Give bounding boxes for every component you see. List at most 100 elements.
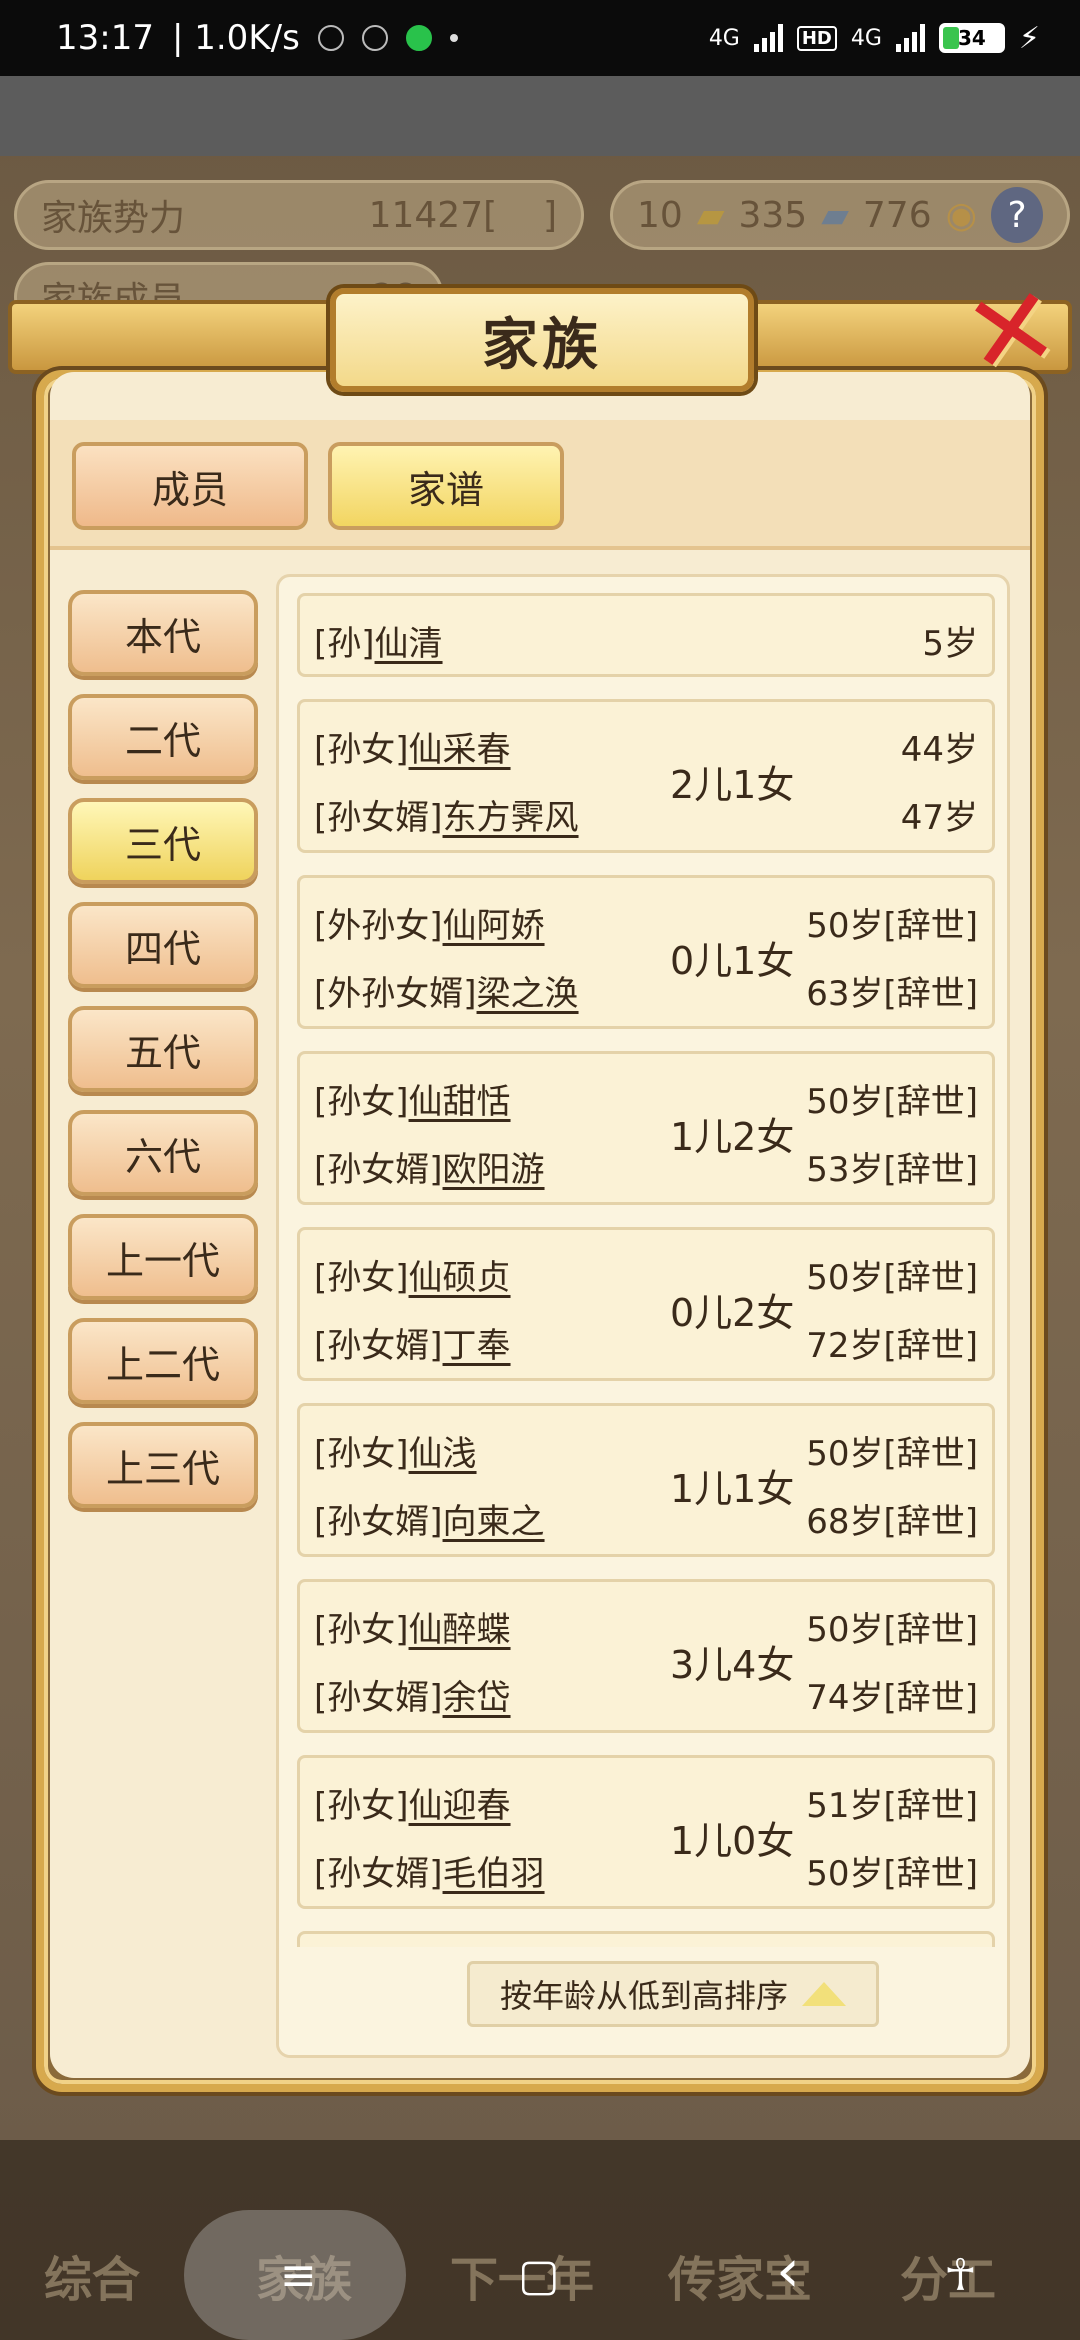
generation-button-2[interactable]: 二代 bbox=[68, 694, 258, 780]
family-power-bar: 家族势力 11427[ ] bbox=[14, 180, 584, 250]
generation-button-6[interactable]: 六代 bbox=[68, 1110, 258, 1196]
member-name[interactable]: 仙迎春 bbox=[409, 1786, 511, 1826]
tab-genealogy[interactable]: 家谱 bbox=[328, 442, 564, 530]
list-item[interactable]: [孙女]仙硕贞 [孙女婿]丁奉 0儿2女 50岁[辞世] 72岁[辞世] bbox=[297, 1227, 995, 1381]
relation-label: [孙] bbox=[314, 624, 375, 664]
generation-button-up-3[interactable]: 上三代 bbox=[68, 1422, 258, 1508]
children-count: 0儿1女 bbox=[670, 939, 795, 983]
spouse-age: 63岁[辞世] bbox=[806, 974, 978, 1014]
battery-icon: 34 bbox=[938, 23, 1005, 53]
member-age: 50岁[辞世] bbox=[806, 1434, 978, 1474]
children-count: 1儿2女 bbox=[670, 1115, 795, 1159]
member-name[interactable]: 仙浅 bbox=[409, 1434, 477, 1474]
spouse-age: 53岁[辞世] bbox=[806, 1150, 978, 1190]
list-item[interactable]: [孙女]仙迎春 [孙女婿]毛伯羽 1儿0女 51岁[辞世] 50岁[辞世] bbox=[297, 1755, 995, 1909]
relation-label: [外孙女] bbox=[314, 906, 443, 946]
resource-bar: 10 ▰ 335 ▰ 776 ◉ ? bbox=[610, 180, 1070, 250]
list-item[interactable]: [孙女]仙甜恬 [孙女婿]欧阳游 1儿2女 50岁[辞世] 53岁[辞世] bbox=[297, 1051, 995, 1205]
generation-button-4[interactable]: 四代 bbox=[68, 902, 258, 988]
clock: 13:17 bbox=[56, 18, 154, 58]
relation-label: [孙女] bbox=[314, 1258, 409, 1298]
spouse-name[interactable]: 毛伯羽 bbox=[443, 1854, 545, 1894]
spouse-name[interactable]: 东方霁风 bbox=[443, 798, 579, 838]
relation-label: [孙女] bbox=[314, 1434, 409, 1474]
member-name[interactable]: 仙阿娇 bbox=[443, 906, 545, 946]
list-item[interactable]: [外孙女]仙阿娇 [外孙女婿]梁之涣 0儿1女 50岁[辞世] 63岁[辞世] bbox=[297, 875, 995, 1029]
back-icon[interactable]: ‹ bbox=[776, 2236, 800, 2306]
accessibility-icon[interactable]: ☥ bbox=[944, 2250, 977, 2301]
generation-button-up-1[interactable]: 上一代 bbox=[68, 1214, 258, 1300]
member-name[interactable]: 仙硕贞 bbox=[409, 1258, 511, 1298]
close-button[interactable]: ✕ bbox=[950, 260, 1073, 402]
home-icon[interactable]: ▢ bbox=[518, 2250, 560, 2301]
spouse-name[interactable]: 欧阳游 bbox=[443, 1150, 545, 1190]
network-type-2: 4G bbox=[850, 25, 882, 51]
spouse-age: 68岁[辞世] bbox=[806, 1502, 978, 1542]
relation-label: [孙女] bbox=[314, 1082, 409, 1122]
spouse-relation-label: [孙女婿] bbox=[314, 1854, 443, 1894]
member-age: 5岁 bbox=[922, 624, 978, 664]
member-name[interactable]: 仙醉蝶 bbox=[409, 1610, 511, 1650]
children-count: 3儿4女 bbox=[670, 1643, 795, 1687]
generation-button-up-2[interactable]: 上二代 bbox=[68, 1318, 258, 1404]
status-bar: 13:17 | 1.0K/s 4G HD 4G 34 ⚡ bbox=[0, 0, 1080, 76]
spouse-name[interactable]: 梁之涣 bbox=[477, 974, 579, 1014]
member-age: 50岁[辞世] bbox=[806, 1610, 978, 1650]
spouse-age: 74岁[辞世] bbox=[806, 1678, 978, 1718]
spouse-relation-label: [孙女婿] bbox=[314, 1502, 443, 1542]
spouse-relation-label: [孙女婿] bbox=[314, 1326, 443, 1366]
spouse-age: 50岁[辞世] bbox=[806, 1854, 978, 1894]
children-count: 1儿1女 bbox=[670, 1467, 795, 1511]
sort-area: 按年龄从低到高排序 bbox=[279, 1947, 1007, 2055]
sort-label: 按年龄从低到高排序 bbox=[499, 1977, 788, 2015]
spouse-name[interactable]: 丁奉 bbox=[443, 1326, 511, 1366]
spouse-name[interactable]: 余岱 bbox=[443, 1678, 511, 1718]
generation-button-current[interactable]: 本代 bbox=[68, 590, 258, 676]
more-notifications-icon bbox=[449, 34, 458, 42]
member-name[interactable]: 仙采春 bbox=[409, 730, 511, 770]
signal-icon bbox=[753, 24, 783, 52]
generation-button-5[interactable]: 五代 bbox=[68, 1006, 258, 1092]
help-icon[interactable]: ? bbox=[991, 187, 1043, 243]
hd-icon: HD bbox=[796, 25, 837, 51]
app-icon bbox=[361, 25, 388, 51]
relation-label: [孙女] bbox=[314, 1610, 409, 1650]
dialog-title: 家族 bbox=[330, 288, 754, 392]
spouse-age: 72岁[辞世] bbox=[806, 1326, 978, 1366]
member-name[interactable]: 仙甜恬 bbox=[409, 1082, 511, 1122]
member-age: 51岁[辞世] bbox=[806, 1786, 978, 1826]
notification-icon bbox=[317, 25, 344, 51]
list-item[interactable]: [孙女]仙采春 [孙女婿]东方霁风 2儿1女 44岁 47岁 bbox=[297, 699, 995, 853]
menu-icon[interactable]: ≡ bbox=[280, 2250, 317, 2301]
tab-members[interactable]: 成员 bbox=[72, 442, 308, 530]
spouse-relation-label: [外孙女婿] bbox=[314, 974, 477, 1014]
spouse-name[interactable]: 向柬之 bbox=[443, 1502, 545, 1542]
list-item[interactable]: [孙女]仙浅 [孙女婿]向柬之 1儿1女 50岁[辞世] 68岁[辞世] bbox=[297, 1403, 995, 1557]
wechat-icon bbox=[405, 25, 432, 51]
relation-label: [孙女] bbox=[314, 1786, 409, 1826]
member-age: 50岁[辞世] bbox=[806, 906, 978, 946]
charging-icon: ⚡ bbox=[1018, 20, 1040, 56]
net-speed: | 1.0K/s bbox=[171, 18, 300, 58]
children-count: 0儿2女 bbox=[670, 1291, 795, 1335]
game-top-strip bbox=[0, 76, 1080, 156]
status-left: 13:17 | 1.0K/s bbox=[56, 18, 458, 58]
genealogy-list[interactable]: [孙]仙清 5岁 [孙女]仙采春 [孙女婿]东方霁风 2儿1女 44岁 47岁 … bbox=[276, 574, 1010, 2058]
bottom-tab-comprehensive[interactable]: 综合 bbox=[44, 2240, 140, 2310]
list-item[interactable]: [孙女]仙醉蝶 [孙女婿]余岱 3儿4女 50岁[辞世] 74岁[辞世] bbox=[297, 1579, 995, 1733]
member-age: 44岁 bbox=[900, 730, 978, 770]
relation-label: [孙女] bbox=[314, 730, 409, 770]
member-age: 50岁[辞世] bbox=[806, 1258, 978, 1298]
member-age: 50岁[辞世] bbox=[806, 1082, 978, 1122]
generation-button-3[interactable]: 三代 bbox=[68, 798, 258, 884]
spouse-relation-label: [孙女婿] bbox=[314, 1150, 443, 1190]
sort-by-age-button[interactable]: 按年龄从低到高排序 bbox=[467, 1961, 879, 2027]
list-item[interactable]: [孙]仙清 5岁 bbox=[297, 593, 995, 677]
children-count: 2儿1女 bbox=[670, 763, 795, 807]
sort-ascending-icon bbox=[802, 1982, 846, 2006]
spouse-age: 47岁 bbox=[900, 798, 978, 838]
spouse-relation-label: [孙女婿] bbox=[314, 1678, 443, 1718]
member-name[interactable]: 仙清 bbox=[375, 624, 443, 664]
children-count: 1儿0女 bbox=[670, 1819, 795, 1863]
network-type-1: 4G bbox=[708, 25, 740, 51]
